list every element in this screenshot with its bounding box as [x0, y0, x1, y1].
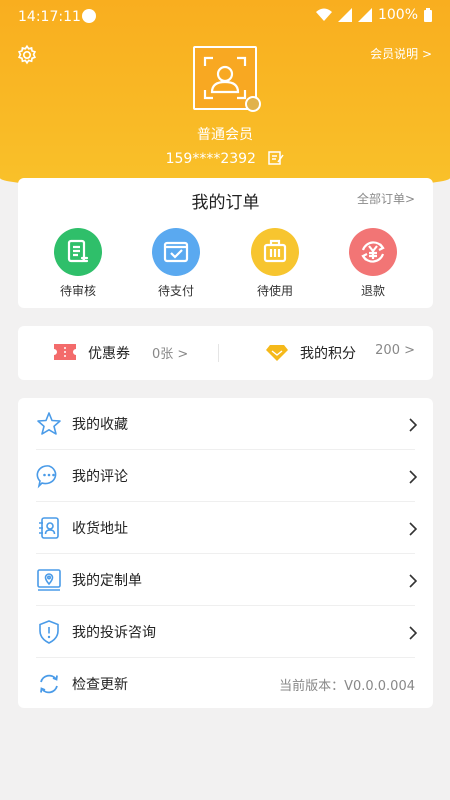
chevron-right-icon: [409, 418, 417, 432]
notification-app-icon: [82, 9, 96, 23]
menu-label: 我的收藏: [72, 417, 128, 433]
phone-number: 159****2392: [165, 151, 256, 167]
menu-label: 我的投诉咨询: [72, 625, 156, 641]
address-book-icon: [39, 517, 59, 539]
orders-card: 我的订单 全部订单> 待审核 待支付 待使用 退款: [18, 178, 433, 308]
order-pending-payment[interactable]: 待支付: [141, 228, 211, 299]
menu-item-complaints[interactable]: 我的投诉咨询: [18, 606, 433, 658]
avatar[interactable]: [193, 46, 261, 112]
signal-icon: [337, 8, 352, 22]
coupon-label[interactable]: 优惠券: [88, 343, 130, 363]
menu-card: 我的收藏 我的评论 收货地址 我的定制单 我的投诉咨询 检查更新 当前版本：V0…: [18, 398, 433, 708]
divider: [218, 344, 219, 362]
coupon-points-card: 优惠券 0张 > 我的积分 200 >: [18, 326, 433, 380]
map-location-icon: [37, 569, 61, 591]
points-label[interactable]: 我的积分: [300, 343, 356, 363]
refund-yen-icon: [349, 228, 397, 276]
order-refund[interactable]: 退款: [338, 228, 408, 299]
diamond-icon[interactable]: [266, 345, 288, 361]
status-bar: 14:17:11 100%: [0, 0, 450, 34]
luggage-icon: [251, 228, 299, 276]
menu-item-check-update[interactable]: 检查更新 当前版本：V0.0.0.004: [18, 658, 433, 710]
chevron-right-icon: [409, 626, 417, 640]
order-label: 待使用: [256, 284, 293, 298]
menu-item-favorites[interactable]: 我的收藏: [18, 398, 433, 450]
star-icon: [37, 412, 61, 435]
coupon-count[interactable]: 0张 >: [152, 343, 188, 362]
battery-percentage: 100%: [377, 7, 418, 23]
comment-bubble-icon: [36, 465, 57, 489]
order-label: 退款: [360, 284, 385, 298]
edit-icon[interactable]: [268, 151, 285, 165]
menu-label: 收货地址: [72, 521, 128, 537]
menu-label: 我的定制单: [72, 573, 142, 589]
menu-label: 我的评论: [72, 469, 128, 485]
shield-alert-icon: [39, 620, 59, 644]
settings-gear-icon[interactable]: [16, 44, 38, 66]
battery-icon: [424, 8, 432, 22]
menu-item-custom-orders[interactable]: 我的定制单: [18, 554, 433, 606]
member-badge-icon: [245, 96, 261, 112]
all-orders-link[interactable]: 全部订单>: [357, 190, 415, 207]
app-version: 当前版本：V0.0.0.004: [279, 679, 415, 694]
chevron-right-icon: [409, 470, 417, 484]
coupon-ticket-icon[interactable]: [54, 344, 76, 360]
chevron-right-icon: [409, 522, 417, 536]
order-label: 待支付: [157, 284, 194, 298]
status-time: 14:17:11: [18, 9, 81, 25]
chevron-right-icon: [409, 574, 417, 588]
review-document-icon: [54, 228, 102, 276]
points-value[interactable]: 200 >: [375, 343, 415, 358]
menu-item-address[interactable]: 收货地址: [18, 502, 433, 554]
wifi-icon: [315, 8, 332, 21]
signal-icon: [357, 8, 372, 22]
member-level: 普通会员: [197, 127, 253, 143]
menu-item-comments[interactable]: 我的评论: [18, 450, 433, 502]
order-pending-review[interactable]: 待审核: [43, 228, 113, 299]
member-info-link[interactable]: 会员说明 >: [370, 45, 432, 62]
wallet-check-icon: [152, 228, 200, 276]
refresh-icon: [40, 674, 58, 694]
status-indicators: 100%: [315, 7, 432, 23]
phone-row: 159****2392: [0, 151, 450, 167]
order-pending-use[interactable]: 待使用: [240, 228, 310, 299]
menu-label: 检查更新: [72, 677, 128, 693]
order-label: 待审核: [59, 284, 96, 298]
